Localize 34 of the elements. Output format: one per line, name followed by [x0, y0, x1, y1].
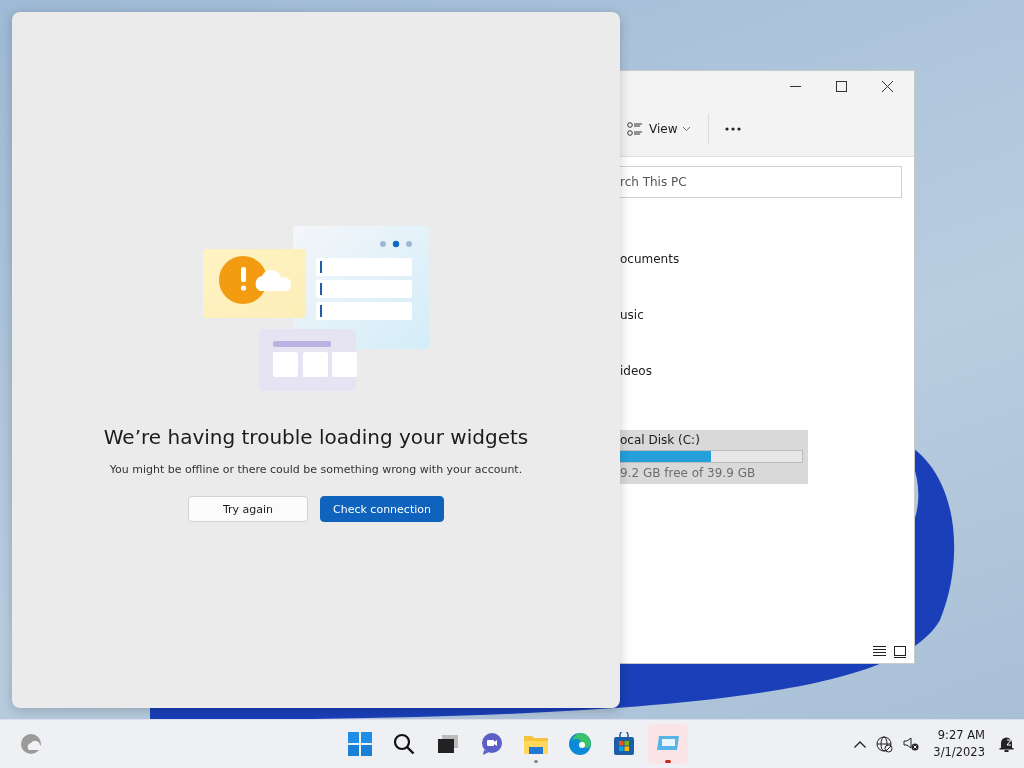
chevron-down-icon: [683, 126, 691, 131]
browser-icon: [568, 732, 592, 757]
drive-free-space: 9.2 GB free of 39.9 GB: [620, 466, 757, 480]
running-indicator: [534, 760, 538, 764]
maximize-icon: [835, 80, 847, 92]
task-view-icon: [437, 734, 459, 755]
store-bag-icon: [613, 732, 635, 757]
drive-tile[interactable]: ocal Disk (C:) 9.2 GB free of 39.9 GB: [620, 430, 808, 484]
notification-bell-icon[interactable]: [999, 736, 1014, 753]
running-indicator: [665, 760, 671, 764]
search-icon: [393, 733, 415, 756]
error-heading: We’re having trouble loading your widgets: [103, 425, 529, 449]
speaker-muted-icon[interactable]: [903, 737, 920, 752]
folder-item[interactable]: ideos: [620, 364, 914, 382]
tiles-view-icon[interactable]: [894, 646, 906, 658]
clock[interactable]: 9:27 AM 3/1/2023: [929, 727, 989, 762]
view-options-icon: [627, 121, 643, 136]
chevron-up-icon[interactable]: [854, 740, 867, 748]
more-options-icon[interactable]: [725, 126, 742, 131]
globe-icon[interactable]: [876, 735, 894, 753]
check-connection-button[interactable]: Check connection: [320, 496, 444, 522]
details-view-icon[interactable]: [873, 646, 886, 657]
error-message: You might be offline or there could be something wrong with your account.: [109, 463, 523, 476]
close-icon: [881, 80, 893, 92]
try-again-button[interactable]: Try again: [188, 496, 308, 522]
folder-icon: [523, 733, 549, 756]
folder-item[interactable]: usic: [620, 308, 914, 326]
drive-name: ocal Disk (C:): [620, 433, 701, 447]
folder-item[interactable]: ocuments: [620, 252, 914, 270]
windows-logo-icon: [348, 732, 372, 757]
search-field[interactable]: rch This PC: [620, 166, 902, 198]
view-button[interactable]: View: [625, 117, 693, 140]
minimize-icon: [789, 85, 801, 87]
video-chat-icon: [480, 732, 504, 757]
